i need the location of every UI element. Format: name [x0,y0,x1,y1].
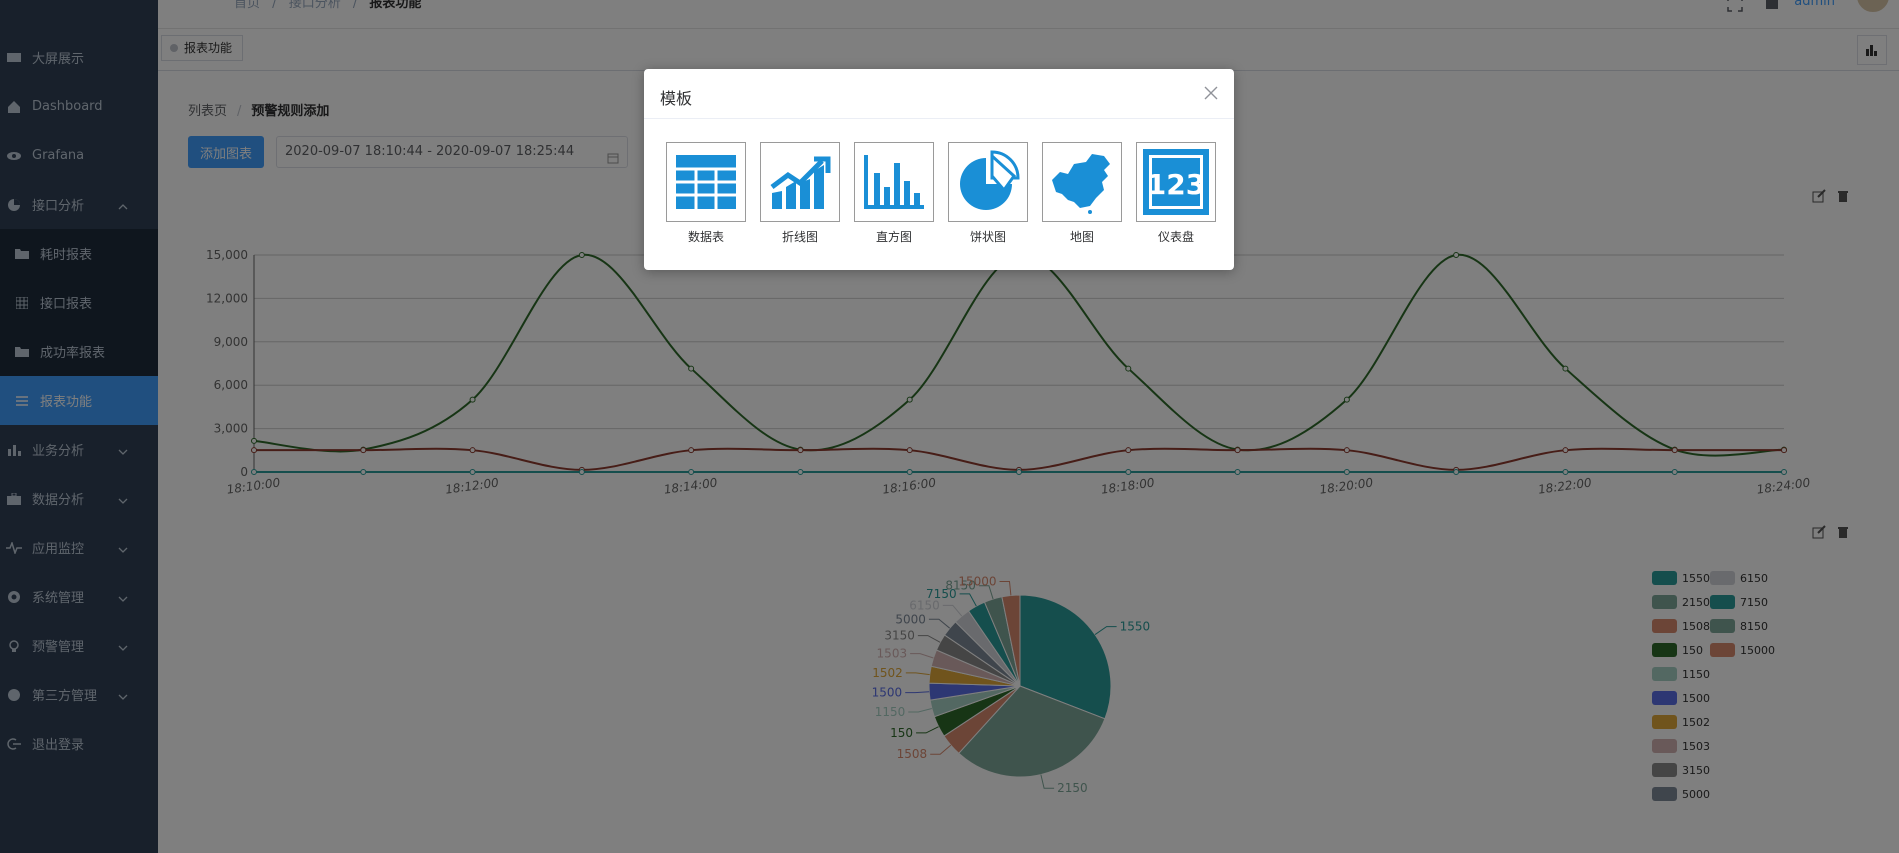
line-chart-icon [760,142,840,222]
template-pie-chart[interactable]: 饼状图 [948,142,1028,245]
bar-chart-icon [854,142,934,222]
svg-text:123: 123 [1147,168,1205,201]
template-table[interactable]: 数据表 [666,142,746,245]
template-label: 地图 [1069,230,1094,244]
china-map-icon [1042,142,1122,222]
table-icon [666,142,746,222]
close-icon[interactable] [1204,86,1220,102]
dialog-title: 模板 [644,69,1234,119]
template-china-map[interactable]: 地图 [1042,142,1122,245]
template-label: 折线图 [781,230,818,244]
template-line-chart[interactable]: 折线图 [760,142,840,245]
template-label: 数据表 [687,230,724,244]
template-dialog: 模板 数据表 折线图 直方图 饼状图 地图 123 仪表盘 [644,69,1234,270]
template-number-123[interactable]: 123 仪表盘 [1136,142,1216,245]
pie-chart-icon [948,142,1028,222]
template-label: 饼状图 [969,230,1006,244]
template-label: 仪表盘 [1157,230,1194,244]
number-123-icon: 123 [1136,142,1216,222]
template-label: 直方图 [875,230,912,244]
template-bar-chart[interactable]: 直方图 [854,142,934,245]
